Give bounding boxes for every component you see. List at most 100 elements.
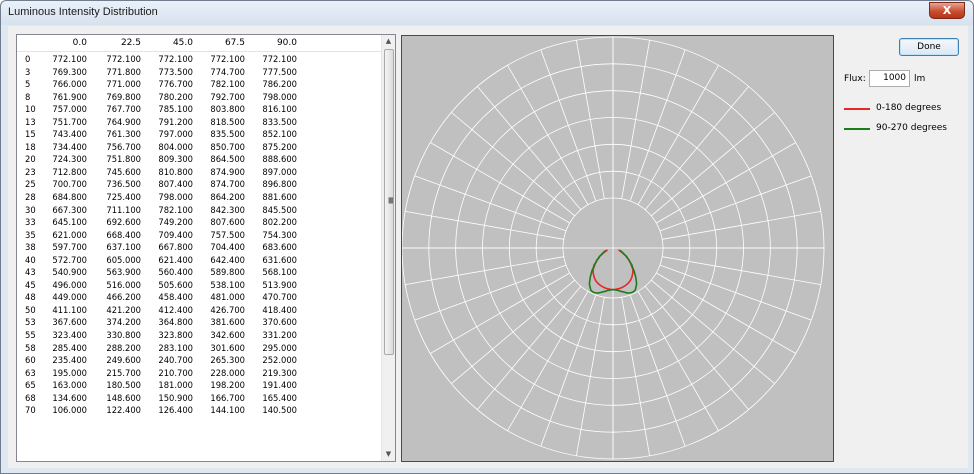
intensity-cell: 381.600 (210, 317, 245, 328)
intensity-cell: 288.200 (106, 342, 141, 353)
intensity-cell: 692.600 (106, 217, 141, 228)
intensity-cell: 798.000 (158, 192, 193, 203)
table-row[interactable]: 60 235.400 249.600 240.700 265.300 252.000 (17, 354, 383, 367)
table-row[interactable]: 25 700.700 736.500 807.400 874.700 896.800 (17, 178, 383, 191)
row-angle-cell: 15 (25, 129, 36, 140)
intensity-cell: 711.100 (106, 204, 141, 215)
intensity-cell: 621.000 (52, 229, 87, 240)
table-row[interactable]: 55 323.400 330.800 323.800 342.600 331.200 (17, 329, 383, 342)
row-angle-cell: 0 (25, 54, 31, 64)
table-row[interactable]: 23 712.800 745.600 810.800 874.900 897.000 (17, 166, 383, 179)
intensity-cell: 106.000 (52, 405, 87, 416)
table-row[interactable]: 63 195.000 215.700 210.700 228.000 219.300 (17, 367, 383, 380)
intensity-cell: 797.000 (158, 129, 193, 140)
row-angle-cell: 45 (25, 279, 36, 290)
grid-spoke (637, 291, 719, 431)
column-header[interactable]: 0.0 (43, 38, 87, 48)
intensity-cell: 751.800 (106, 154, 141, 165)
table-row[interactable]: 20 724.300 751.800 809.300 864.500 888.600 (17, 153, 383, 166)
intensity-cell: 513.900 (262, 279, 297, 290)
table-row[interactable]: 30 667.300 711.100 782.100 842.300 845.500 (17, 204, 383, 217)
table-row[interactable]: 13 751.700 764.900 791.200 818.500 833.500 (17, 116, 383, 129)
table-row[interactable]: 50 411.100 421.200 412.400 426.700 418.400 (17, 304, 383, 317)
intensity-cell: 712.800 (52, 166, 87, 177)
table-row[interactable]: 38 597.700 637.100 667.800 704.400 683.600 (17, 241, 383, 254)
grid-spoke (540, 49, 597, 202)
intensity-cell: 756.700 (106, 141, 141, 152)
intensity-cell: 802.200 (262, 217, 297, 228)
table-row[interactable]: 68 134.600 148.600 150.900 166.700 165.400 (17, 392, 383, 405)
row-angle-cell: 40 (25, 254, 36, 265)
table-row[interactable]: 5 766.000 771.000 776.700 782.100 786.200 (17, 78, 383, 91)
intensity-cell: 283.100 (158, 342, 193, 353)
row-angle-cell: 25 (25, 179, 36, 190)
row-angle-cell: 35 (25, 229, 36, 240)
done-button[interactable]: Done (899, 38, 959, 56)
table-row[interactable]: 28 684.800 725.400 798.000 864.200 881.600 (17, 191, 383, 204)
intensity-cell: 411.100 (52, 304, 87, 315)
vertical-scrollbar[interactable]: ▲ ▬ ▬ ▬ ▼ (381, 35, 395, 461)
grid-spoke (507, 291, 589, 431)
scroll-thumb[interactable]: ▬ ▬ ▬ (384, 49, 394, 355)
scroll-up-icon[interactable]: ▲ (382, 35, 395, 48)
row-angle-cell: 23 (25, 166, 36, 177)
table-row[interactable]: 3 769.300 771.800 773.500 774.700 777.500 (17, 66, 383, 79)
intensity-cell: 736.500 (106, 179, 141, 190)
intensity-cell: 881.600 (262, 192, 297, 203)
intensity-cell: 148.600 (106, 392, 141, 403)
grid-spoke (451, 279, 575, 384)
intensity-cell: 198.200 (210, 380, 245, 391)
flux-input[interactable]: 1000 (869, 70, 910, 87)
intensity-cell: 772.100 (106, 54, 141, 64)
intensity-cell: 163.000 (52, 380, 87, 391)
intensity-cell: 330.800 (106, 330, 141, 341)
table-row[interactable]: 58 285.400 288.200 283.100 301.600 295.000 (17, 342, 383, 355)
intensity-cell: 191.400 (262, 380, 297, 391)
row-angle-cell: 63 (25, 367, 36, 378)
title-bar: Luminous Intensity Distribution X (1, 1, 973, 25)
intensity-cell: 700.700 (52, 179, 87, 190)
intensity-cell: 773.500 (158, 66, 193, 77)
luminous-intensity-window: Luminous Intensity Distribution X 0.0 22… (0, 0, 974, 474)
table-row[interactable]: 10 757.000 767.700 785.100 803.800 816.100 (17, 103, 383, 116)
legend-item-90-270: 90-270 degrees (844, 123, 964, 135)
intensity-cell: 667.300 (52, 204, 87, 215)
table-row[interactable]: 53 367.600 374.200 364.800 381.600 370.600 (17, 316, 383, 329)
row-angle-cell: 55 (25, 330, 36, 341)
column-header[interactable]: 90.0 (251, 38, 297, 48)
intensity-cell: 150.900 (158, 392, 193, 403)
table-row[interactable]: 45 496.000 516.000 505.600 538.100 513.900 (17, 279, 383, 292)
grid-spoke (651, 112, 775, 217)
table-row[interactable]: 43 540.900 563.900 560.400 589.800 568.100 (17, 266, 383, 279)
row-angle-cell: 10 (25, 104, 36, 115)
intensity-cell: 772.100 (210, 54, 245, 64)
table-row[interactable]: 15 743.400 761.300 797.000 835.500 852.100 (17, 128, 383, 141)
table-row[interactable]: 48 449.000 466.200 458.400 481.000 470.700 (17, 291, 383, 304)
table-row[interactable]: 8 761.900 769.800 780.200 792.700 798.000 (17, 91, 383, 104)
intensity-cell: 767.700 (106, 104, 141, 115)
grid-spoke (659, 264, 812, 321)
column-header[interactable]: 67.5 (199, 38, 245, 48)
table-row[interactable]: 70 106.000 122.400 126.400 144.100 140.500 (17, 404, 383, 417)
scroll-down-icon[interactable]: ▼ (382, 448, 395, 461)
row-angle-cell: 20 (25, 154, 36, 165)
intensity-cell: 667.800 (158, 242, 193, 253)
row-angle-cell: 43 (25, 267, 36, 278)
table-row[interactable]: 0 772.100 772.100 772.100 772.100 772.100 (17, 53, 383, 66)
table-row[interactable]: 40 572.700 605.000 621.400 642.400 631.600 (17, 254, 383, 267)
column-header[interactable]: 22.5 (95, 38, 141, 48)
table-row[interactable]: 18 734.400 756.700 804.000 850.700 875.200 (17, 141, 383, 154)
intensity-table[interactable]: 0.0 22.5 45.0 67.5 90.0 0 772.100 772.100 7… (16, 34, 396, 462)
column-header[interactable]: 45.0 (147, 38, 193, 48)
close-button[interactable]: X (929, 2, 965, 19)
row-angle-cell: 33 (25, 217, 36, 228)
grid-spoke (651, 279, 775, 384)
grid-spoke (656, 272, 796, 354)
flux-unit: lm (914, 74, 926, 84)
intensity-cell: 516.000 (106, 279, 141, 290)
intensity-cell: 704.400 (210, 242, 245, 253)
table-row[interactable]: 33 645.100 692.600 749.200 807.600 802.200 (17, 216, 383, 229)
table-row[interactable]: 35 621.000 668.400 709.400 757.500 754.300 (17, 229, 383, 242)
table-row[interactable]: 65 163.000 180.500 181.000 198.200 191.400 (17, 379, 383, 392)
grid-spoke (540, 294, 597, 447)
